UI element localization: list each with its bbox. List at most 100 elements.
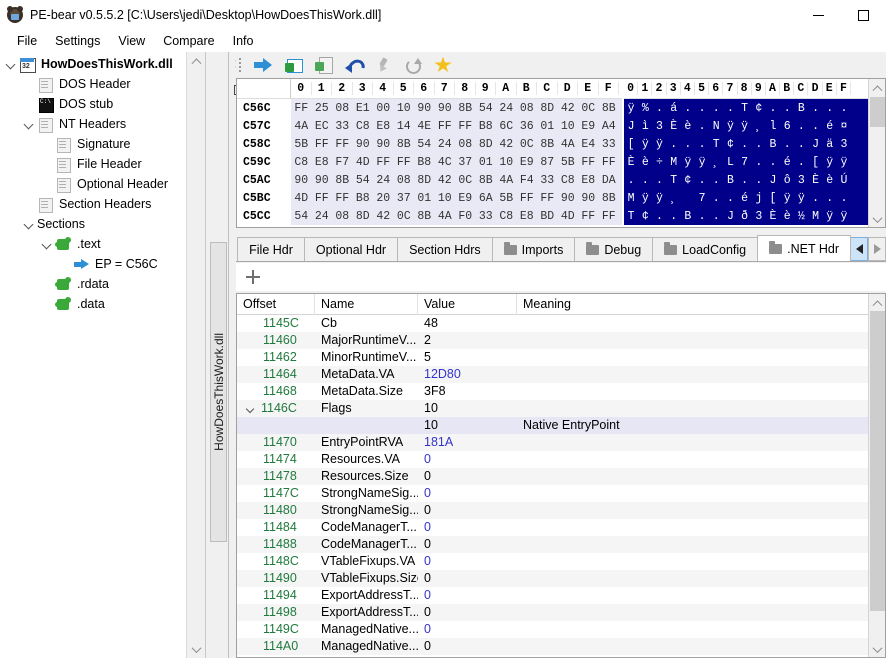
hex-byte[interactable]: 5B xyxy=(291,138,312,151)
ascii-char[interactable]: B xyxy=(723,174,737,187)
ascii-char[interactable]: . xyxy=(780,102,794,115)
ascii-char[interactable]: . xyxy=(794,138,808,151)
cell-value[interactable]: 5 xyxy=(418,349,517,366)
tree-item-ep-c56c[interactable]: EP = C56C xyxy=(0,254,186,274)
cell-value[interactable]: 0 xyxy=(418,604,517,621)
tab-scroll-right-button[interactable] xyxy=(868,237,886,261)
hex-byte[interactable]: 10 xyxy=(394,102,415,115)
ascii-char[interactable]: ÿ xyxy=(638,138,652,151)
ascii-char[interactable]: è xyxy=(823,174,837,187)
hex-byte[interactable]: 90 xyxy=(291,174,312,187)
hex-byte[interactable]: 4C xyxy=(435,156,456,169)
ascii-char[interactable]: [ xyxy=(808,156,822,169)
favorite-button[interactable] xyxy=(428,52,458,78)
document-tab[interactable]: HowDoesThisWork.dll xyxy=(210,242,227,542)
ascii-char[interactable]: J xyxy=(624,120,638,133)
ascii-char[interactable]: 3 xyxy=(837,138,851,151)
ascii-char[interactable]: . xyxy=(652,174,666,187)
minimize-button[interactable] xyxy=(796,0,841,30)
tab-net-hdr[interactable]: .NET Hdr xyxy=(757,235,851,261)
hex-byte[interactable]: 0C xyxy=(517,138,538,151)
tree-item-sections[interactable]: Sections xyxy=(0,214,186,234)
hex-byte[interactable]: E8 xyxy=(578,174,599,187)
table-row[interactable]: 11462 MinorRuntimeV... 5 xyxy=(237,349,885,366)
tree-item-rdata[interactable]: .rdata xyxy=(0,274,186,294)
ascii-char[interactable]: [ xyxy=(766,192,780,205)
menu-view[interactable]: View xyxy=(109,32,154,50)
ascii-char[interactable]: . xyxy=(766,156,780,169)
hex-row[interactable]: FF 25 08 E1 00 10 90 90 8B 54 24 08 8D 42 0C 8B xyxy=(291,99,622,117)
table-row[interactable]: 11460 MajorRuntimeV... 2 xyxy=(237,332,885,349)
goto-address-button[interactable] xyxy=(248,52,278,78)
ascii-char[interactable]: B xyxy=(681,210,695,223)
cell-value[interactable]: 0 xyxy=(418,468,517,485)
menu-file[interactable]: File xyxy=(8,32,46,50)
ascii-char[interactable]: . xyxy=(837,192,851,205)
ascii-char[interactable]: . xyxy=(681,138,695,151)
hex-byte[interactable]: 54 xyxy=(353,174,374,187)
hex-byte[interactable]: 0C xyxy=(394,210,415,223)
ascii-char[interactable]: ÷ xyxy=(652,156,666,169)
ascii-char[interactable]: ÿ xyxy=(794,192,808,205)
hex-byte[interactable]: 4D xyxy=(291,192,312,205)
ascii-char[interactable]: ô xyxy=(780,174,794,187)
new-window-button[interactable] xyxy=(278,52,308,78)
hex-byte[interactable]: 33 xyxy=(599,138,620,151)
ascii-char[interactable]: Ú xyxy=(837,174,851,187)
ascii-char[interactable]: T xyxy=(667,174,681,187)
ascii-char[interactable]: L xyxy=(723,156,737,169)
ascii-char[interactable]: . xyxy=(624,174,638,187)
ascii-row[interactable]: Mÿ ÿ ¸ 7.. é j[ÿ ÿ... xyxy=(624,189,869,207)
ascii-char[interactable]: . xyxy=(780,138,794,151)
column-header-value[interactable]: Value xyxy=(418,294,517,315)
column-header-name[interactable]: Name xyxy=(315,294,418,315)
ascii-char[interactable]: . xyxy=(695,120,709,133)
ascii-char[interactable]: ¤ xyxy=(837,120,851,133)
chevron-down-icon[interactable] xyxy=(4,57,18,71)
ascii-char[interactable]: ¢ xyxy=(723,138,737,151)
hex-byte[interactable]: 01 xyxy=(537,120,558,133)
hex-bytes-body[interactable]: FF 25 08 E1 00 10 90 90 8B 54 24 08 8D 42 0C 8B 4A EC 33 C8… xyxy=(291,99,622,225)
ascii-char[interactable]: ì xyxy=(638,120,652,133)
table-row[interactable]: 11480 StrongNameSig... 0 xyxy=(237,502,885,519)
hex-byte[interactable]: C8 xyxy=(291,156,312,169)
hex-byte[interactable]: 8B xyxy=(599,102,620,115)
hex-byte[interactable]: FF xyxy=(578,156,599,169)
ascii-char[interactable]: ÿ xyxy=(652,192,666,205)
ascii-char[interactable]: . xyxy=(808,120,822,133)
ascii-char[interactable]: è xyxy=(681,120,695,133)
table-row[interactable]: 10 Native EntryPoint xyxy=(237,417,885,434)
hex-byte[interactable]: 8B xyxy=(537,138,558,151)
chevron-down-icon[interactable] xyxy=(22,217,36,231)
ascii-char[interactable]: . xyxy=(794,156,808,169)
ascii-row[interactable]: Èè ÷ Mÿ ÿ ¸ L 7.. é.[ÿ ÿ xyxy=(624,153,869,171)
ascii-char[interactable]: ¢ xyxy=(681,174,695,187)
hex-byte[interactable]: 4D xyxy=(353,156,374,169)
table-row[interactable]: 1145C Cb 48 xyxy=(237,315,885,332)
hex-byte[interactable]: 54 xyxy=(291,210,312,223)
hex-row[interactable]: 5B FF FF 90 90 8B 54 24 08 8D 42 0C 8B 4A E4 33 xyxy=(291,135,622,153)
hex-byte[interactable]: E4 xyxy=(578,138,599,151)
ascii-char[interactable]: È xyxy=(808,174,822,187)
hex-byte[interactable]: 8B xyxy=(455,102,476,115)
hex-byte[interactable]: FF xyxy=(373,156,394,169)
ascii-char[interactable]: ä xyxy=(823,138,837,151)
table-row[interactable]: 11498 ExportAddressT... 0 xyxy=(237,604,885,621)
ascii-char[interactable]: . xyxy=(667,210,681,223)
ascii-char[interactable]: . xyxy=(738,174,752,187)
ascii-char[interactable]: 3 xyxy=(652,120,666,133)
hex-byte[interactable]: 6A xyxy=(476,192,497,205)
refresh-button[interactable] xyxy=(398,52,428,78)
ascii-char[interactable]: ÿ xyxy=(837,156,851,169)
ascii-char[interactable]: . xyxy=(808,192,822,205)
hex-byte[interactable]: 14 xyxy=(394,120,415,133)
cell-value[interactable]: 0 xyxy=(418,587,517,604)
ascii-char[interactable]: é xyxy=(780,156,794,169)
cell-value[interactable]: 0 xyxy=(418,536,517,553)
toolbar-grip[interactable] xyxy=(236,55,245,75)
ascii-char[interactable]: M xyxy=(808,210,822,223)
hex-byte[interactable]: 42 xyxy=(373,210,394,223)
cell-value[interactable]: 181A xyxy=(418,434,517,451)
hex-byte[interactable]: 8B xyxy=(414,210,435,223)
hex-byte[interactable]: 33 xyxy=(537,174,558,187)
